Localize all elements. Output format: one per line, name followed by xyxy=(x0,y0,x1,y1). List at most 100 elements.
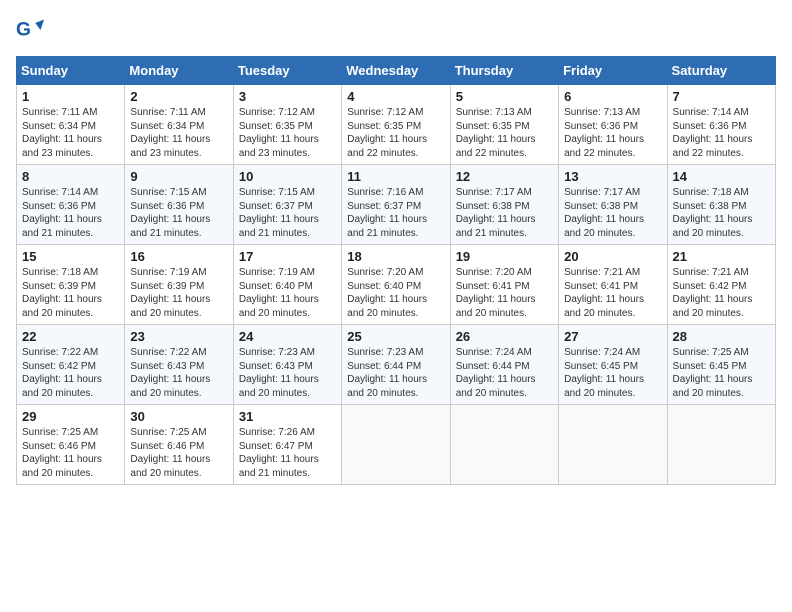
page-header: G xyxy=(16,16,776,44)
day-info: Sunrise: 7:22 AMSunset: 6:42 PMDaylight:… xyxy=(22,346,119,400)
day-cell-3: 3 Sunrise: 7:12 AMSunset: 6:35 PMDaylight… xyxy=(233,85,341,165)
day-number: 11 xyxy=(347,169,444,184)
day-cell-10: 10 Sunrise: 7:15 AMSunset: 6:37 PMDayligh… xyxy=(233,165,341,245)
calendar-week-5: 29 Sunrise: 7:25 AMSunset: 6:46 PMDayligh… xyxy=(17,405,776,485)
day-number: 19 xyxy=(456,249,553,264)
day-number: 3 xyxy=(239,89,336,104)
day-info: Sunrise: 7:19 AMSunset: 6:39 PMDaylight:… xyxy=(130,266,227,320)
day-info: Sunrise: 7:22 AMSunset: 6:43 PMDaylight:… xyxy=(130,346,227,400)
day-cell-4: 4 Sunrise: 7:12 AMSunset: 6:35 PMDaylight… xyxy=(342,85,450,165)
empty-cell xyxy=(559,405,667,485)
day-number: 31 xyxy=(239,409,336,424)
day-number: 14 xyxy=(673,169,770,184)
day-info: Sunrise: 7:11 AMSunset: 6:34 PMDaylight:… xyxy=(22,106,119,160)
day-cell-27: 27 Sunrise: 7:24 AMSunset: 6:45 PMDayligh… xyxy=(559,325,667,405)
empty-cell xyxy=(450,405,558,485)
calendar-week-2: 8Sunrise: 7:14 AMSunset: 6:36 PMDaylight… xyxy=(17,165,776,245)
day-number: 10 xyxy=(239,169,336,184)
day-number: 30 xyxy=(130,409,227,424)
calendar-header-row: SundayMondayTuesdayWednesdayThursdayFrid… xyxy=(17,57,776,85)
day-info: Sunrise: 7:15 AMSunset: 6:37 PMDaylight:… xyxy=(239,186,336,240)
day-cell-24: 24 Sunrise: 7:23 AMSunset: 6:43 PMDayligh… xyxy=(233,325,341,405)
day-number: 8 xyxy=(22,169,119,184)
day-info: Sunrise: 7:18 AMSunset: 6:39 PMDaylight:… xyxy=(22,266,119,320)
day-cell-12: 12 Sunrise: 7:17 AMSunset: 6:38 PMDayligh… xyxy=(450,165,558,245)
day-number: 12 xyxy=(456,169,553,184)
column-header-friday: Friday xyxy=(559,57,667,85)
day-info: Sunrise: 7:11 AMSunset: 6:34 PMDaylight:… xyxy=(130,106,227,160)
empty-cell xyxy=(667,405,775,485)
day-cell-25: 25Sunrise: 7:23 AMSunset: 6:44 PMDayligh… xyxy=(342,325,450,405)
day-cell-6: 6 Sunrise: 7:13 AMSunset: 6:36 PMDaylight… xyxy=(559,85,667,165)
day-cell-31: 31 Sunrise: 7:26 AMSunset: 6:47 PMDayligh… xyxy=(233,405,341,485)
day-cell-13: 13 Sunrise: 7:17 AMSunset: 6:38 PMDayligh… xyxy=(559,165,667,245)
day-cell-5: 5 Sunrise: 7:13 AMSunset: 6:35 PMDaylight… xyxy=(450,85,558,165)
day-cell-28: 28 Sunrise: 7:25 AMSunset: 6:45 PMDayligh… xyxy=(667,325,775,405)
day-info: Sunrise: 7:17 AMSunset: 6:38 PMDaylight:… xyxy=(456,186,553,240)
day-number: 18 xyxy=(347,249,444,264)
svg-text:G: G xyxy=(16,19,31,40)
day-info: Sunrise: 7:26 AMSunset: 6:47 PMDaylight:… xyxy=(239,426,336,480)
day-info: Sunrise: 7:13 AMSunset: 6:36 PMDaylight:… xyxy=(564,106,661,160)
day-number: 26 xyxy=(456,329,553,344)
day-info: Sunrise: 7:25 AMSunset: 6:46 PMDaylight:… xyxy=(22,426,119,480)
day-cell-29: 29 Sunrise: 7:25 AMSunset: 6:46 PMDayligh… xyxy=(17,405,125,485)
column-header-sunday: Sunday xyxy=(17,57,125,85)
column-header-monday: Monday xyxy=(125,57,233,85)
day-info: Sunrise: 7:15 AMSunset: 6:36 PMDaylight:… xyxy=(130,186,227,240)
day-cell-26: 26 Sunrise: 7:24 AMSunset: 6:44 PMDayligh… xyxy=(450,325,558,405)
day-number: 21 xyxy=(673,249,770,264)
day-info: Sunrise: 7:19 AMSunset: 6:40 PMDaylight:… xyxy=(239,266,336,320)
day-cell-21: 21Sunrise: 7:21 AMSunset: 6:42 PMDayligh… xyxy=(667,245,775,325)
calendar-week-4: 22 Sunrise: 7:22 AMSunset: 6:42 PMDayligh… xyxy=(17,325,776,405)
logo: G xyxy=(16,16,48,44)
day-info: Sunrise: 7:20 AMSunset: 6:41 PMDaylight:… xyxy=(456,266,553,320)
day-info: Sunrise: 7:17 AMSunset: 6:38 PMDaylight:… xyxy=(564,186,661,240)
day-info: Sunrise: 7:25 AMSunset: 6:45 PMDaylight:… xyxy=(673,346,770,400)
calendar-table: SundayMondayTuesdayWednesdayThursdayFrid… xyxy=(16,56,776,485)
column-header-tuesday: Tuesday xyxy=(233,57,341,85)
day-cell-30: 30 Sunrise: 7:25 AMSunset: 6:46 PMDayligh… xyxy=(125,405,233,485)
empty-cell xyxy=(342,405,450,485)
day-number: 27 xyxy=(564,329,661,344)
day-cell-11: 11Sunrise: 7:16 AMSunset: 6:37 PMDayligh… xyxy=(342,165,450,245)
day-number: 2 xyxy=(130,89,227,104)
day-cell-23: 23Sunrise: 7:22 AMSunset: 6:43 PMDayligh… xyxy=(125,325,233,405)
day-cell-18: 18 Sunrise: 7:20 AMSunset: 6:40 PMDayligh… xyxy=(342,245,450,325)
day-info: Sunrise: 7:24 AMSunset: 6:44 PMDaylight:… xyxy=(456,346,553,400)
day-number: 9 xyxy=(130,169,227,184)
day-number: 28 xyxy=(673,329,770,344)
day-number: 7 xyxy=(673,89,770,104)
day-number: 13 xyxy=(564,169,661,184)
day-info: Sunrise: 7:18 AMSunset: 6:38 PMDaylight:… xyxy=(673,186,770,240)
day-number: 22 xyxy=(22,329,119,344)
day-info: Sunrise: 7:13 AMSunset: 6:35 PMDaylight:… xyxy=(456,106,553,160)
day-cell-19: 19 Sunrise: 7:20 AMSunset: 6:41 PMDayligh… xyxy=(450,245,558,325)
day-info: Sunrise: 7:23 AMSunset: 6:44 PMDaylight:… xyxy=(347,346,444,400)
day-cell-16: 16Sunrise: 7:19 AMSunset: 6:39 PMDayligh… xyxy=(125,245,233,325)
day-number: 1 xyxy=(22,89,119,104)
day-number: 29 xyxy=(22,409,119,424)
day-info: Sunrise: 7:12 AMSunset: 6:35 PMDaylight:… xyxy=(347,106,444,160)
day-info: Sunrise: 7:20 AMSunset: 6:40 PMDaylight:… xyxy=(347,266,444,320)
calendar-body: 1 Sunrise: 7:11 AMSunset: 6:34 PMDaylight… xyxy=(17,85,776,485)
day-cell-20: 20Sunrise: 7:21 AMSunset: 6:41 PMDayligh… xyxy=(559,245,667,325)
day-number: 4 xyxy=(347,89,444,104)
day-number: 20 xyxy=(564,249,661,264)
column-header-wednesday: Wednesday xyxy=(342,57,450,85)
day-cell-14: 14 Sunrise: 7:18 AMSunset: 6:38 PMDayligh… xyxy=(667,165,775,245)
column-header-thursday: Thursday xyxy=(450,57,558,85)
day-cell-1: 1 Sunrise: 7:11 AMSunset: 6:34 PMDaylight… xyxy=(17,85,125,165)
column-header-saturday: Saturday xyxy=(667,57,775,85)
calendar-week-1: 1 Sunrise: 7:11 AMSunset: 6:34 PMDaylight… xyxy=(17,85,776,165)
day-number: 5 xyxy=(456,89,553,104)
day-number: 24 xyxy=(239,329,336,344)
day-cell-2: 2 Sunrise: 7:11 AMSunset: 6:34 PMDaylight… xyxy=(125,85,233,165)
day-number: 6 xyxy=(564,89,661,104)
day-info: Sunrise: 7:23 AMSunset: 6:43 PMDaylight:… xyxy=(239,346,336,400)
day-info: Sunrise: 7:24 AMSunset: 6:45 PMDaylight:… xyxy=(564,346,661,400)
day-info: Sunrise: 7:25 AMSunset: 6:46 PMDaylight:… xyxy=(130,426,227,480)
day-cell-9: 9 Sunrise: 7:15 AMSunset: 6:36 PMDaylight… xyxy=(125,165,233,245)
day-info: Sunrise: 7:12 AMSunset: 6:35 PMDaylight:… xyxy=(239,106,336,160)
calendar-week-3: 15Sunrise: 7:18 AMSunset: 6:39 PMDayligh… xyxy=(17,245,776,325)
